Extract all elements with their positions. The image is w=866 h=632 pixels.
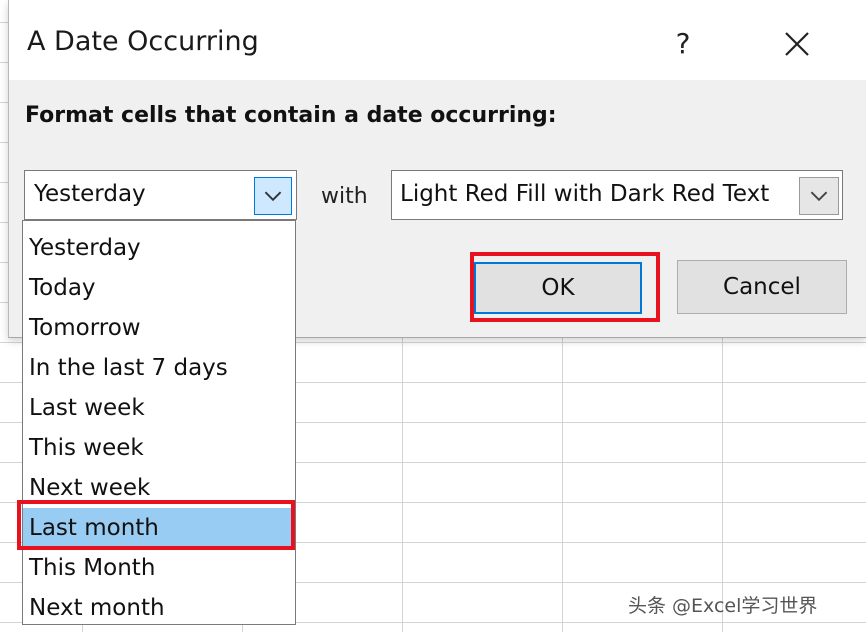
option-this-week[interactable]: This week	[23, 428, 295, 468]
format-style-dropdown-button[interactable]	[799, 177, 839, 215]
option-this-month[interactable]: This Month	[23, 548, 295, 588]
chevron-down-icon	[264, 191, 282, 202]
close-button[interactable]	[773, 20, 821, 68]
close-icon	[785, 32, 809, 56]
cancel-button[interactable]: Cancel	[677, 260, 847, 314]
format-style-select[interactable]: Light Red Fill with Dark Red Text	[391, 170, 843, 220]
last-month-annotation-box	[17, 500, 295, 550]
date-period-value: Yesterday	[34, 181, 146, 207]
chevron-down-icon	[810, 191, 828, 202]
dialog-titlebar: A Date Occurring ?	[9, 0, 866, 80]
date-period-select[interactable]: Yesterday	[24, 170, 297, 220]
option-tomorrow[interactable]: Tomorrow	[23, 308, 295, 348]
with-label: with	[321, 184, 368, 209]
option-yesterday[interactable]: Yesterday	[23, 228, 295, 268]
help-button[interactable]: ?	[661, 22, 705, 66]
ok-annotation-box	[470, 252, 660, 322]
date-period-options-list: Yesterday Today Tomorrow In the last 7 d…	[22, 220, 296, 625]
format-prompt-label: Format cells that contain a date occurri…	[25, 103, 557, 128]
dialog-title: A Date Occurring	[27, 26, 259, 57]
date-period-dropdown-button[interactable]	[254, 177, 292, 215]
option-next-month[interactable]: Next month	[23, 588, 295, 628]
option-last-7-days[interactable]: In the last 7 days	[23, 348, 295, 388]
format-style-value: Light Red Fill with Dark Red Text	[400, 181, 770, 207]
watermark: 头条 @Excel学习世界	[628, 595, 818, 617]
option-today[interactable]: Today	[23, 268, 295, 308]
option-last-week[interactable]: Last week	[23, 388, 295, 428]
